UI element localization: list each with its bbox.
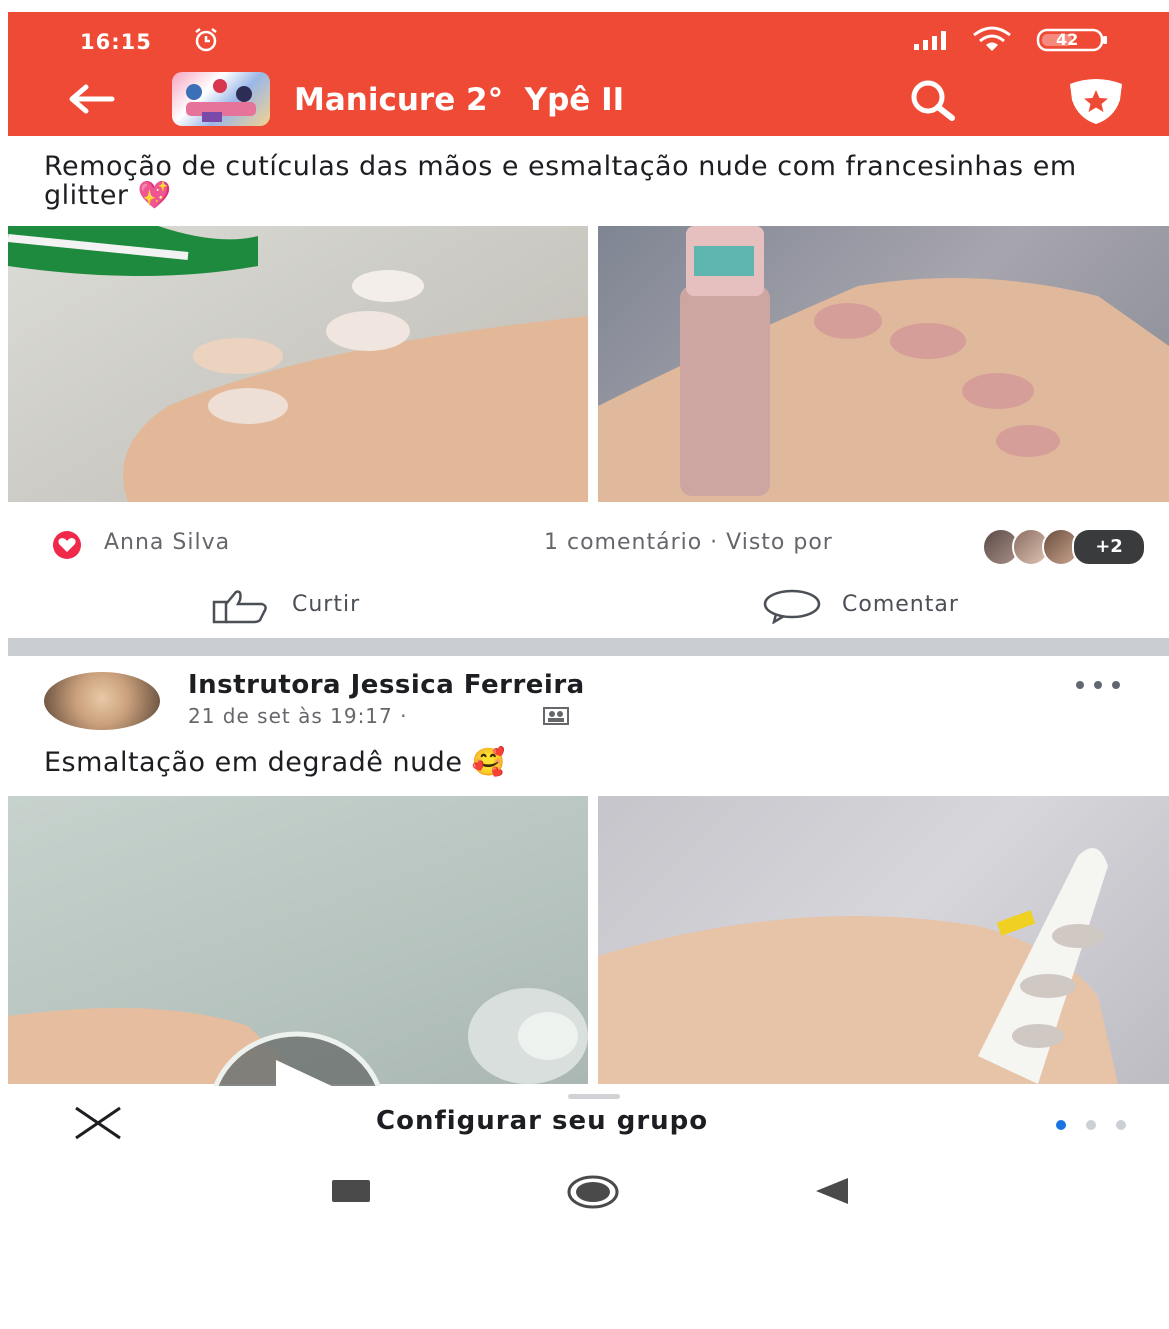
like-label: Curtir bbox=[292, 592, 361, 617]
shield-star-icon[interactable] bbox=[1060, 76, 1132, 126]
group-icon bbox=[543, 707, 569, 725]
signal-icon bbox=[914, 31, 946, 50]
close-icon[interactable] bbox=[70, 1106, 126, 1140]
more-dots-icon[interactable] bbox=[1070, 674, 1126, 696]
post-photo[interactable] bbox=[598, 226, 1169, 502]
search-icon[interactable] bbox=[900, 78, 964, 122]
author-avatar[interactable] bbox=[44, 672, 160, 730]
pager-dot[interactable] bbox=[1086, 1120, 1096, 1130]
thumbs-up-icon bbox=[212, 590, 267, 624]
post-text: Remoção de cutículas das mãos e esmaltaç… bbox=[44, 151, 1077, 211]
group-avatar[interactable] bbox=[172, 72, 270, 126]
comment-label: Comentar bbox=[842, 592, 959, 617]
comment-bubble-icon bbox=[763, 589, 821, 624]
post-divider bbox=[8, 638, 1169, 656]
alarm-icon bbox=[195, 28, 217, 52]
recent-apps-icon[interactable] bbox=[332, 1180, 370, 1202]
comments-seen-info[interactable]: 1 comentário · Visto por bbox=[544, 530, 833, 555]
pager-dot[interactable] bbox=[1116, 1120, 1126, 1130]
sheet-title[interactable]: Configurar seu grupo bbox=[376, 1106, 708, 1136]
like-button[interactable]: Curtir bbox=[210, 586, 410, 626]
reactor-name[interactable]: Anna Silva bbox=[104, 530, 230, 555]
back-icon[interactable] bbox=[812, 1176, 852, 1206]
post-timestamp[interactable]: 21 de set às 19:17 · bbox=[188, 704, 407, 728]
group-title[interactable]: Manicure 2° Ypê II bbox=[294, 82, 624, 118]
status-time: 16:15 bbox=[80, 30, 152, 54]
heart-reaction-icon bbox=[53, 531, 81, 559]
sheet-handle[interactable] bbox=[568, 1094, 620, 1099]
pager-dot-active[interactable] bbox=[1056, 1120, 1066, 1130]
post-text: Esmaltação em degradê nude 🥰 bbox=[44, 747, 506, 778]
wifi-icon bbox=[973, 26, 1011, 51]
battery-level: 42 bbox=[1056, 30, 1079, 49]
post-author[interactable]: Instrutora Jessica Ferreira bbox=[188, 670, 585, 700]
post-photo[interactable] bbox=[598, 796, 1169, 1084]
battery-icon: 42 bbox=[1036, 28, 1110, 52]
seen-more-count[interactable]: +2 bbox=[1072, 528, 1146, 566]
home-icon[interactable] bbox=[566, 1174, 620, 1210]
back-arrow-icon[interactable] bbox=[66, 84, 116, 114]
post-photo[interactable] bbox=[8, 226, 588, 502]
comment-button[interactable]: Comentar bbox=[762, 586, 1022, 626]
